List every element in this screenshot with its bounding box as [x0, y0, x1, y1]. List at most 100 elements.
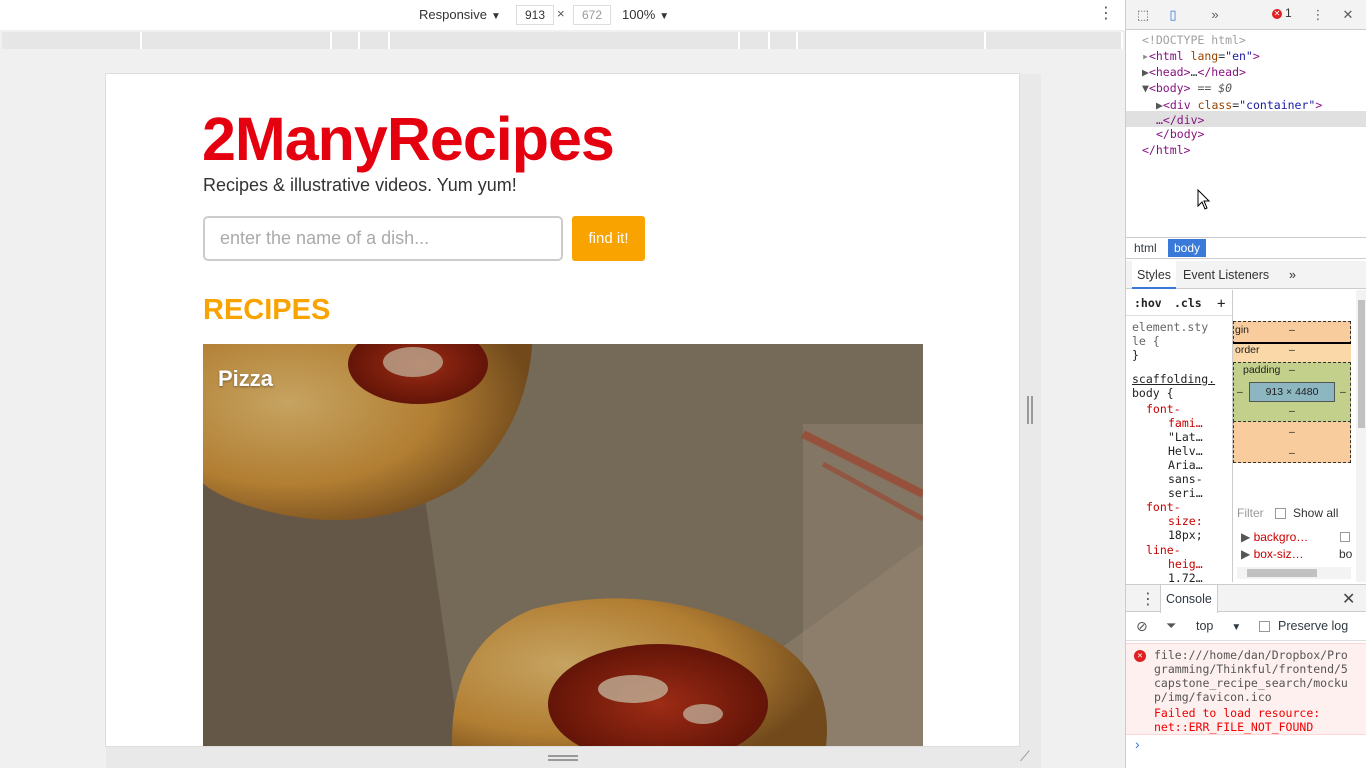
style-property[interactable]: size:	[1168, 514, 1203, 528]
zoom-select[interactable]: 100% ▼	[622, 7, 669, 22]
computed-property[interactable]: ▶ box-siz… bo	[1241, 547, 1366, 561]
resize-handle-corner[interactable]: ⟋	[1020, 748, 1038, 766]
find-it-button[interactable]: find it!	[572, 216, 645, 261]
device-toolbar-icon[interactable]: ▯	[1164, 6, 1182, 24]
media-query-segment[interactable]	[142, 32, 332, 49]
media-query-segment[interactable]	[986, 32, 1123, 49]
style-property[interactable]: fami…	[1168, 416, 1203, 430]
computed-property[interactable]: ▶ backgro…	[1241, 530, 1366, 544]
media-query-segment[interactable]	[332, 32, 360, 49]
doctype-node[interactable]: <!DOCTYPE html>	[1142, 33, 1246, 47]
site-tagline: Recipes & illustrative videos. Yum yum!	[203, 175, 517, 195]
html-node[interactable]: ▸<html lang="en">	[1142, 49, 1260, 63]
style-property[interactable]: heig…	[1168, 557, 1203, 571]
breadcrumb-body[interactable]: body	[1168, 239, 1207, 257]
style-value[interactable]: Aria…	[1168, 458, 1203, 472]
div-attr-name: class	[1197, 98, 1233, 112]
style-value[interactable]: Helv…	[1168, 444, 1203, 458]
breadcrumb-html[interactable]: html	[1128, 239, 1163, 257]
tab-event-listeners[interactable]: Event Listeners	[1178, 261, 1274, 289]
height-input[interactable]: 672	[573, 5, 611, 25]
computed-property-name: backgro…	[1253, 530, 1309, 544]
margin-label: gin	[1235, 324, 1250, 336]
style-value[interactable]: 1.72…	[1168, 571, 1203, 582]
media-query-segment[interactable]	[360, 32, 390, 49]
recipes-heading: RECIPES	[203, 294, 331, 326]
style-property[interactable]: font-	[1146, 500, 1181, 514]
style-value[interactable]: 18px;	[1168, 528, 1203, 542]
close-drawer-icon[interactable]: ✕	[1342, 589, 1355, 609]
elements-tree: <!DOCTYPE html> ▸<html lang="en"> ▶<head…	[1126, 31, 1366, 236]
stylesheet-link[interactable]: scaffolding.	[1132, 372, 1215, 386]
head-node[interactable]: ▶<head>…</head>	[1142, 65, 1246, 79]
dish-search-input[interactable]: enter the name of a dish...	[203, 216, 563, 261]
caret-down-icon: ▼	[490, 11, 501, 22]
context-select[interactable]: top ▼	[1196, 619, 1241, 633]
style-property[interactable]: line-	[1146, 543, 1181, 557]
html-close-node[interactable]: </html>	[1142, 143, 1190, 157]
close-devtools-icon[interactable]: ✕	[1339, 6, 1357, 24]
computed-property-value: bo	[1339, 547, 1353, 561]
device-label: Responsive	[419, 7, 487, 22]
computed-filter-input[interactable]: Filter	[1237, 506, 1271, 520]
style-property[interactable]: font-	[1146, 402, 1181, 416]
more-tabs-icon[interactable]: »	[1206, 6, 1224, 24]
drawer-menu-icon[interactable]: ⋮	[1140, 589, 1156, 609]
scrollbar-thumb[interactable]	[1358, 300, 1365, 428]
resize-handle-bottom[interactable]	[548, 755, 578, 761]
margin-top-value[interactable]: –	[1289, 324, 1295, 336]
box-model-content: 913 × 4480	[1249, 382, 1335, 402]
hover-state-toggle[interactable]: :hov	[1134, 296, 1162, 310]
styles-scrollbar[interactable]	[1356, 290, 1366, 582]
show-all-checkbox[interactable]	[1275, 508, 1286, 519]
border-label: order	[1235, 344, 1260, 356]
style-value[interactable]: seri…	[1168, 486, 1203, 500]
media-query-segment[interactable]	[798, 32, 986, 49]
resize-handle-right[interactable]	[1027, 396, 1033, 424]
clear-console-icon[interactable]: ⊘	[1136, 618, 1148, 635]
media-query-segment[interactable]	[740, 32, 770, 49]
padding-right-value[interactable]: –	[1340, 386, 1346, 398]
div-container-node[interactable]: ▶<div class="container">	[1156, 98, 1322, 112]
tab-styles[interactable]: Styles	[1132, 261, 1177, 289]
error-source-link[interactable]: file:///home/dan/Dropbox/Programming/Thi…	[1154, 648, 1354, 704]
preserve-log-checkbox[interactable]	[1259, 621, 1270, 632]
border-bottom-value[interactable]: –	[1289, 426, 1295, 438]
margin-bottom-value[interactable]: –	[1289, 447, 1295, 459]
device-select[interactable]: Responsive ▼	[419, 7, 501, 22]
add-rule-icon[interactable]: +	[1217, 296, 1225, 312]
filter-icon[interactable]: ⏷	[1166, 618, 1176, 634]
body-close-node[interactable]: </body>	[1156, 127, 1204, 141]
div-attr-value: "container"	[1239, 98, 1316, 112]
class-toggle[interactable]: .cls	[1174, 296, 1202, 310]
recipe-card-pizza[interactable]: Pizza	[203, 344, 923, 746]
selected-marker: == $0	[1197, 81, 1233, 95]
styles-toolbar: :hov .cls +	[1126, 290, 1232, 316]
padding-bottom-value[interactable]: –	[1289, 405, 1295, 417]
tab-console[interactable]: Console	[1160, 585, 1218, 613]
inspect-element-icon[interactable]: ⬚	[1134, 6, 1152, 24]
media-query-segment[interactable]	[770, 32, 798, 49]
console-toolbar: ⊘ ⏷ top ▼ Preserve log	[1126, 613, 1366, 641]
error-icon: ✕	[1272, 8, 1282, 19]
border-top-value[interactable]: –	[1289, 344, 1295, 356]
div-close-node[interactable]: …</div>	[1156, 113, 1204, 127]
more-options-icon[interactable]: ⋮	[1098, 5, 1114, 25]
emulated-viewport: 2ManyRecipes Recipes & illustrative vide…	[106, 74, 1019, 746]
style-value[interactable]: "Lat…	[1168, 430, 1203, 444]
horizontal-scrollbar[interactable]	[1237, 567, 1351, 579]
media-query-segment[interactable]	[390, 32, 740, 49]
width-input[interactable]: 913	[516, 5, 554, 25]
body-node[interactable]: ▼<body> == $0	[1142, 81, 1232, 95]
color-swatch[interactable]	[1340, 532, 1350, 542]
style-selector: body {	[1132, 386, 1174, 400]
scrollbar-thumb[interactable]	[1247, 569, 1317, 577]
customize-menu-icon[interactable]: ⋮	[1309, 6, 1327, 24]
padding-top-value[interactable]: –	[1289, 364, 1295, 376]
error-counter[interactable]: ✕ 1	[1272, 6, 1292, 20]
style-value[interactable]: sans-	[1168, 472, 1203, 486]
more-tabs-icon[interactable]: »	[1284, 261, 1301, 289]
padding-left-value[interactable]: –	[1237, 386, 1243, 398]
media-query-segment[interactable]	[2, 32, 142, 49]
console-prompt-icon[interactable]: ›	[1135, 736, 1140, 752]
